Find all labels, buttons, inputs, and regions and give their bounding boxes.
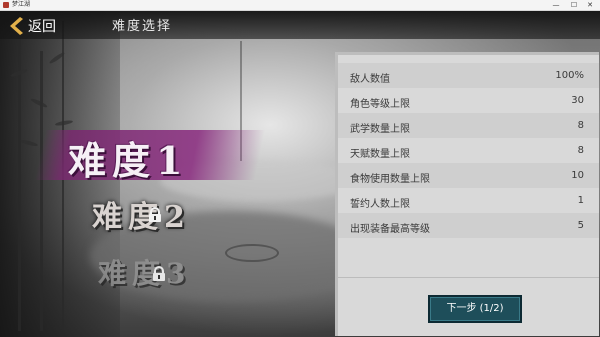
stat-label: 誓约人数上限 [350, 199, 410, 210]
bamboo-stalk [40, 51, 43, 331]
back-label: 返回 [28, 19, 56, 35]
stat-row: 誓约人数上限 1 [338, 188, 599, 213]
screen-title: 难度选择 [112, 19, 173, 34]
stat-value: 8 [577, 120, 584, 131]
difficulty-option-2[interactable]: 难度2 [92, 192, 191, 236]
stat-value: 10 [571, 170, 584, 181]
difficulty-option-3[interactable]: 难度3 [98, 252, 191, 292]
panel-divider [338, 277, 599, 278]
difficulty-info-panel: 敌人数值 100% 角色等级上限 30 武学数量上限 8 天赋数量上限 8 食物… [335, 52, 599, 336]
next-step-button[interactable]: 下一步 (1/2) [428, 295, 522, 323]
window-title: 梦江湖 [12, 1, 31, 8]
maximize-button[interactable]: ☐ [566, 0, 582, 10]
stat-row: 武学数量上限 8 [338, 113, 599, 138]
top-bar [0, 11, 600, 39]
stats-list: 敌人数值 100% 角色等级上限 30 武学数量上限 8 天赋数量上限 8 食物… [338, 63, 599, 238]
app-icon [3, 2, 9, 8]
stat-row: 天赋数量上限 8 [338, 138, 599, 163]
back-button[interactable]: 返回 [8, 14, 56, 38]
lock-icon [149, 207, 161, 222]
stat-value: 5 [577, 220, 584, 231]
stat-row: 角色等级上限 30 [338, 88, 599, 113]
next-step-label: 下一步 (1/2) [446, 303, 504, 314]
stat-label: 角色等级上限 [350, 99, 410, 110]
bamboo-stalk [18, 31, 21, 331]
stone-circle [225, 244, 279, 262]
difficulty-option-1[interactable]: 难度1 [68, 130, 188, 185]
stat-label: 食物使用数量上限 [350, 174, 430, 185]
stat-label: 敌人数值 [350, 74, 390, 85]
minimize-button[interactable]: — [548, 0, 564, 10]
stat-value: 8 [577, 145, 584, 156]
stat-label: 天赋数量上限 [350, 149, 410, 160]
stat-row: 敌人数值 100% [338, 63, 599, 88]
stat-label: 出现装备最高等级 [350, 224, 430, 235]
lock-icon [153, 266, 165, 281]
stat-value: 30 [571, 95, 584, 106]
stat-row: 食物使用数量上限 10 [338, 163, 599, 188]
stat-label: 武学数量上限 [350, 124, 410, 135]
back-chevron-icon [10, 17, 23, 35]
window-titlebar: 梦江湖 — ☐ ✕ [0, 0, 600, 11]
stat-value: 1 [577, 195, 584, 206]
stat-row: 出现装备最高等级 5 [338, 213, 599, 238]
stat-value: 100% [555, 70, 584, 81]
close-button[interactable]: ✕ [582, 0, 598, 10]
